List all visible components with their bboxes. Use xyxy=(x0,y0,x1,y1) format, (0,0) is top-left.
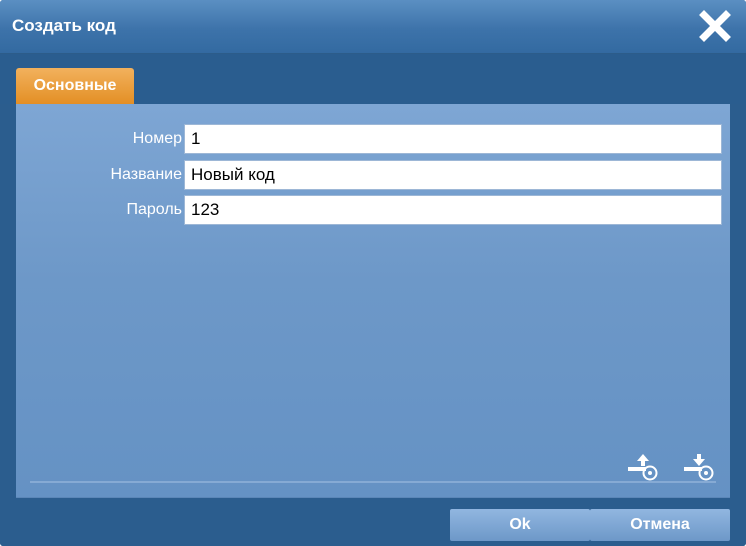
password-field[interactable] xyxy=(184,195,722,225)
name-label: Название xyxy=(110,166,183,183)
dialog-title: Создать код xyxy=(12,16,116,35)
general-tab-panel: Номер Название Пароль xyxy=(16,104,730,498)
ok-button[interactable]: Ok xyxy=(450,509,590,541)
number-field[interactable] xyxy=(184,124,722,154)
password-label: Пароль xyxy=(126,201,182,218)
panel-divider xyxy=(30,481,716,483)
download-key-button[interactable] xyxy=(682,452,718,482)
password-row: Пароль xyxy=(16,195,730,225)
tab-general[interactable]: Основные xyxy=(16,68,134,104)
dialog-titlebar: Создать код xyxy=(0,0,746,54)
upload-key-icon xyxy=(628,454,658,481)
tab-strip: Основные xyxy=(0,54,746,104)
upload-key-button[interactable] xyxy=(626,452,662,482)
create-code-dialog: Создать код Основные Номер Название Паро… xyxy=(0,0,746,546)
cancel-button[interactable]: Отмена xyxy=(590,509,730,541)
dialog-footer: Ok Отмена xyxy=(0,498,746,546)
name-row: Название xyxy=(16,160,730,190)
number-label: Номер xyxy=(132,130,182,147)
number-row: Номер xyxy=(16,124,730,154)
name-field[interactable] xyxy=(184,160,722,190)
close-button[interactable] xyxy=(698,9,732,43)
close-icon xyxy=(699,10,731,42)
download-key-icon xyxy=(684,454,714,481)
